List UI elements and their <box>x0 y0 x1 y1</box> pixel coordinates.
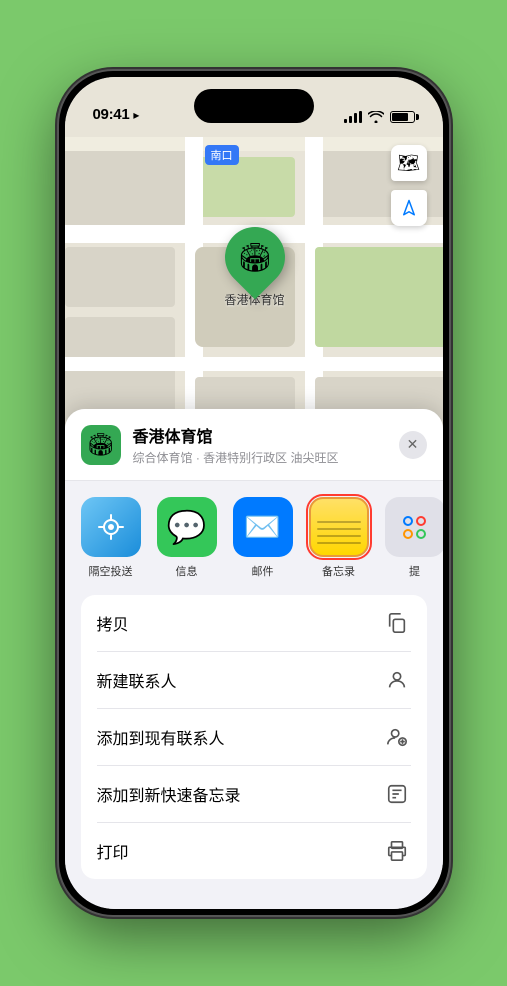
messages-icon: 💬 <box>157 497 217 557</box>
location-button[interactable] <box>391 190 427 226</box>
airdrop-svg <box>95 511 127 543</box>
share-app-mail[interactable]: ✉️ 邮件 <box>233 497 293 579</box>
status-time: 09:41 <box>93 106 130 123</box>
close-button[interactable]: ✕ <box>399 431 427 459</box>
notes-line-3 <box>317 535 361 537</box>
place-subtitle: 综合体育馆 · 香港特别行政区 油尖旺区 <box>133 449 387 466</box>
location-arrow-icon: ▸ <box>133 108 139 122</box>
action-quick-note[interactable]: 添加到新快速备忘录 <box>97 766 411 823</box>
notes-label: 备忘录 <box>322 563 355 579</box>
notes-lines <box>317 521 361 544</box>
status-icons <box>344 111 415 123</box>
quick-note-icon <box>383 780 411 808</box>
map-controls[interactable]: 🗺 <box>391 145 427 226</box>
share-row: 隔空投送 💬 信息 ✉️ 邮件 <box>65 481 443 587</box>
share-app-notes[interactable]: 备忘录 <box>309 497 369 579</box>
messages-label: 信息 <box>176 563 198 579</box>
place-emoji-icon: 🏟 <box>87 432 115 458</box>
more-apps-icon <box>385 497 443 557</box>
location-arrow-icon <box>400 199 418 217</box>
notes-icon <box>309 497 369 557</box>
mail-label: 邮件 <box>252 563 274 579</box>
action-new-contact[interactable]: 新建联系人 <box>97 652 411 709</box>
action-copy[interactable]: 拷贝 <box>97 595 411 652</box>
wifi-icon <box>368 111 384 123</box>
action-quick-note-label: 添加到新快速备忘录 <box>97 782 241 806</box>
place-card: 🏟 香港体育馆 综合体育馆 · 香港特别行政区 油尖旺区 ✕ <box>65 409 443 481</box>
action-row-group: 拷贝 新建联系人 <box>81 595 427 879</box>
phone-frame: 09:41 ▸ <box>59 71 449 915</box>
action-new-contact-label: 新建联系人 <box>97 668 177 692</box>
bottom-sheet: 🏟 香港体育馆 综合体育馆 · 香港特别行政区 油尖旺区 ✕ <box>65 409 443 909</box>
place-info: 香港体育馆 综合体育馆 · 香港特别行政区 油尖旺区 <box>133 423 387 466</box>
battery-icon <box>390 111 415 123</box>
map-type-icon: 🗺 <box>397 153 420 174</box>
action-add-existing-contact[interactable]: 添加到现有联系人 <box>97 709 411 766</box>
mail-icon: ✉️ <box>233 497 293 557</box>
notes-line-2 <box>317 528 361 530</box>
action-copy-label: 拷贝 <box>97 611 129 635</box>
signal-bars-icon <box>344 111 362 123</box>
print-icon <box>383 837 411 865</box>
new-contact-icon <box>383 666 411 694</box>
share-app-messages[interactable]: 💬 信息 <box>157 497 217 579</box>
notes-line-4 <box>317 542 361 544</box>
airdrop-icon <box>81 497 141 557</box>
copy-icon <box>383 609 411 637</box>
more-label: 提 <box>409 563 420 579</box>
stadium-pin: 🏟 香港体育馆 <box>225 227 285 308</box>
notes-line-1 <box>317 521 361 523</box>
action-print-label: 打印 <box>97 839 129 863</box>
pin-circle: 🏟 <box>212 215 297 300</box>
share-app-more[interactable]: 提 <box>385 497 443 579</box>
add-existing-contact-icon <box>383 723 411 751</box>
action-print[interactable]: 打印 <box>97 823 411 879</box>
map-station-label: 南口 <box>205 145 239 165</box>
map-type-button[interactable]: 🗺 <box>391 145 427 181</box>
close-icon: ✕ <box>407 436 419 453</box>
stadium-icon: 🏟 <box>237 241 273 274</box>
battery-fill <box>392 113 409 121</box>
airdrop-label: 隔空投送 <box>89 563 133 579</box>
place-name: 香港体育馆 <box>133 423 387 447</box>
dynamic-island <box>194 89 314 123</box>
share-app-airdrop[interactable]: 隔空投送 <box>81 497 141 579</box>
place-icon: 🏟 <box>81 425 121 465</box>
phone-screen: 09:41 ▸ <box>65 77 443 909</box>
action-add-existing-label: 添加到现有联系人 <box>97 725 225 749</box>
